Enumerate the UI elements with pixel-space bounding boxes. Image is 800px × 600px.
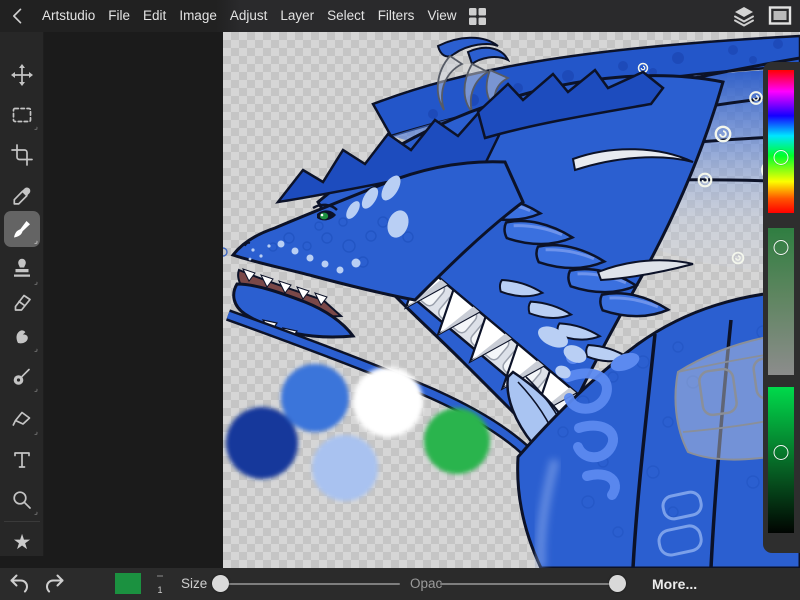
- liquify-pin-icon: [10, 365, 34, 389]
- blob-light-blue: [312, 435, 378, 501]
- blob-blue: [281, 364, 349, 432]
- size-value: 1: [157, 585, 162, 595]
- canvas-frame-button[interactable]: [768, 5, 792, 27]
- tool-crop[interactable]: [4, 137, 40, 173]
- color-panel: [763, 62, 800, 553]
- opacity-slider-knob[interactable]: [609, 575, 626, 592]
- menu-file[interactable]: File: [108, 0, 130, 32]
- tool-marquee-select[interactable]: ›: [4, 97, 40, 133]
- undo-icon: [8, 573, 32, 595]
- size-tick: [157, 575, 163, 577]
- opacity-slider[interactable]: [440, 583, 625, 585]
- menu-items: Artstudio File Edit Image Adjust Layer S…: [42, 0, 456, 32]
- shape-diamond-icon: [10, 408, 34, 432]
- menu-image[interactable]: Image: [179, 0, 217, 32]
- tool-shape[interactable]: ›: [4, 402, 40, 438]
- canvas[interactable]: [223, 32, 800, 568]
- canvas-frame-icon: [768, 5, 792, 27]
- value-strip[interactable]: [768, 387, 794, 533]
- size-slider[interactable]: [212, 583, 400, 585]
- eraser-icon: [10, 290, 34, 314]
- tool-eyedropper[interactable]: [4, 178, 40, 214]
- current-color-swatch[interactable]: [115, 573, 141, 594]
- back-chevron-icon: [8, 6, 28, 26]
- menu-adjust[interactable]: Adjust: [230, 0, 268, 32]
- saturation-selector[interactable]: [774, 240, 789, 255]
- dragon-artwork: [223, 32, 800, 568]
- blob-white: [353, 367, 423, 437]
- blob-green: [424, 408, 490, 474]
- size-label: Size: [181, 568, 207, 600]
- redo-icon: [42, 573, 66, 595]
- value-selector[interactable]: [774, 445, 789, 460]
- undo-button[interactable]: [8, 573, 32, 600]
- tool-clone-stamp[interactable]: ›: [4, 252, 40, 288]
- topbar-right-group: [732, 0, 800, 32]
- tool-move[interactable]: [4, 57, 40, 93]
- bottom-toolbar: 1 Size Opac More...: [0, 568, 800, 600]
- menu-select[interactable]: Select: [327, 0, 365, 32]
- menu-filters[interactable]: Filters: [378, 0, 415, 32]
- more-button[interactable]: More...: [652, 568, 697, 600]
- layers-button[interactable]: [732, 4, 756, 28]
- toolbar-divider: [4, 521, 40, 522]
- menu-artstudio[interactable]: Artstudio: [42, 0, 95, 32]
- top-menubar: Artstudio File Edit Image Adjust Layer S…: [0, 0, 800, 32]
- opacity-label: Opac: [410, 568, 442, 600]
- size-slider-knob[interactable]: [212, 575, 229, 592]
- move-icon: [10, 63, 34, 87]
- palette-blobs: [226, 364, 490, 501]
- menu-edit[interactable]: Edit: [143, 0, 166, 32]
- saturation-strip[interactable]: [768, 228, 794, 375]
- workspace: › › ›: [0, 32, 800, 568]
- tool-liquify[interactable]: ›: [4, 359, 40, 395]
- crop-icon: [10, 143, 34, 167]
- paintbrush-icon: [10, 217, 34, 241]
- redo-button[interactable]: [42, 573, 66, 600]
- tool-favorites[interactable]: ★: [4, 524, 40, 560]
- hue-selector[interactable]: [774, 150, 789, 165]
- back-button[interactable]: [0, 0, 36, 32]
- hue-strip[interactable]: [768, 70, 794, 213]
- tool-zoom[interactable]: ›: [4, 482, 40, 518]
- blob-dark-blue: [226, 407, 298, 479]
- tool-smudge[interactable]: ›: [4, 319, 40, 355]
- magnifier-icon: [10, 488, 34, 512]
- stamp-icon: [10, 258, 34, 282]
- artstudio-app: Artstudio File Edit Image Adjust Layer S…: [0, 0, 800, 600]
- apps-grid-icon: [469, 8, 486, 25]
- star-icon: ★: [13, 532, 32, 553]
- layers-icon: [732, 4, 756, 28]
- smudge-finger-icon: [10, 325, 34, 349]
- menu-layer[interactable]: Layer: [280, 0, 314, 32]
- brush-size-indicator: 1: [153, 571, 167, 599]
- eyedropper-icon: [10, 184, 34, 208]
- marquee-icon: [10, 103, 34, 127]
- tool-sidebar: › › ›: [0, 32, 44, 556]
- tool-paint[interactable]: ›: [4, 211, 40, 247]
- menu-view[interactable]: View: [427, 0, 456, 32]
- text-icon: [10, 448, 34, 472]
- tool-eraser[interactable]: [4, 284, 40, 320]
- apps-grid-button[interactable]: [464, 3, 490, 29]
- tool-text[interactable]: [4, 442, 40, 478]
